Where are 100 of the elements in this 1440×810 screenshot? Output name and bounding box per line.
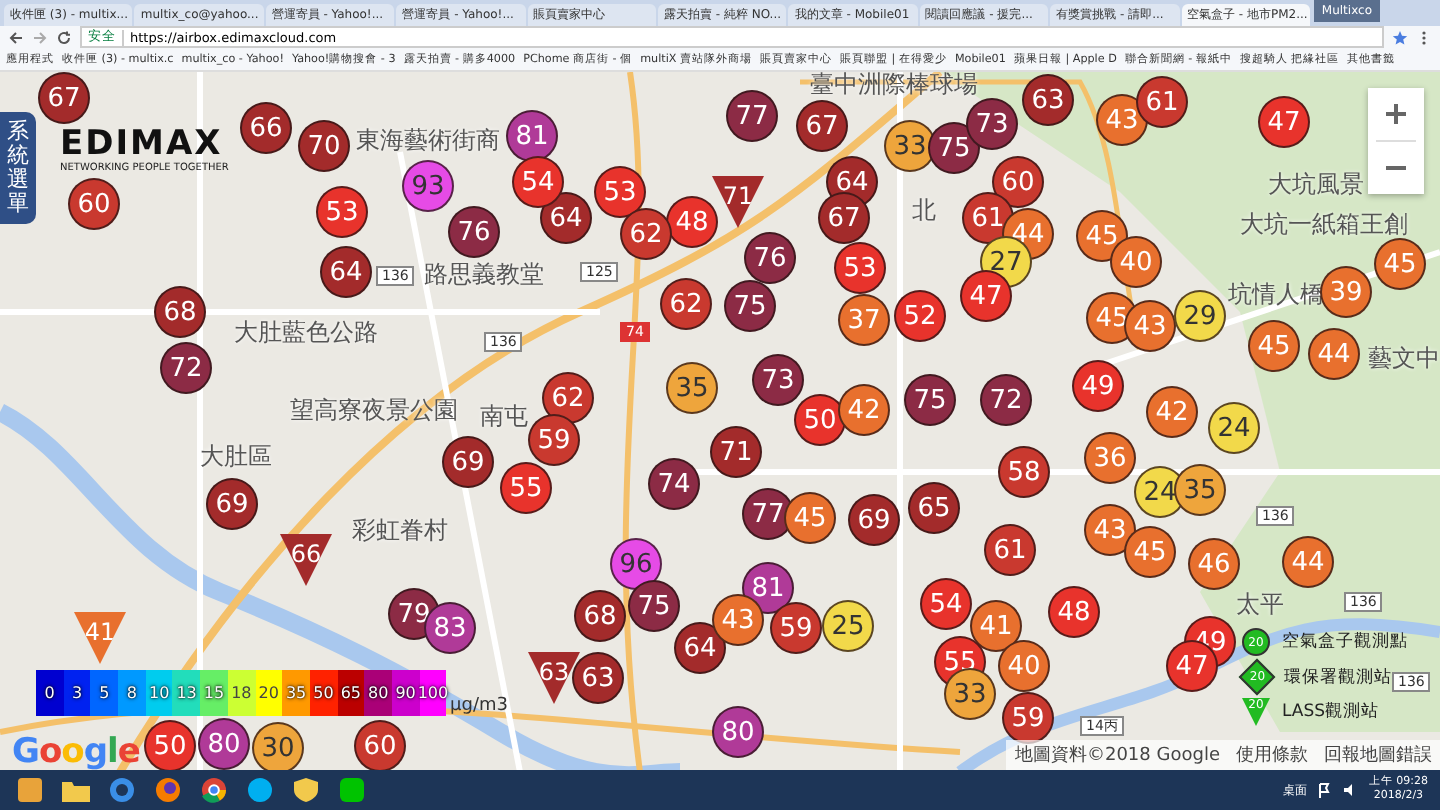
legend-label: LASS觀測站 — [1282, 700, 1380, 724]
circle-marker[interactable]: 48 — [1048, 586, 1100, 638]
scale-swatch: 13 — [172, 670, 201, 716]
scale-swatch: 3 — [63, 670, 91, 716]
circle-marker[interactable]: 75 — [724, 280, 776, 332]
circle-marker[interactable]: 75 — [628, 580, 680, 632]
scale-swatch: 90 — [391, 670, 420, 716]
start-icon[interactable] — [12, 774, 48, 806]
circle-marker[interactable]: 35 — [666, 362, 718, 414]
map-place-label: 東海藝術街商 — [356, 128, 500, 152]
scale-swatch: 80 — [364, 670, 392, 716]
circle-marker[interactable]: 80 — [198, 718, 250, 770]
circle-marker[interactable]: 62 — [620, 208, 672, 260]
zoom-in-button[interactable] — [1368, 88, 1424, 140]
circle-marker[interactable]: 68 — [154, 286, 206, 338]
circle-marker[interactable]: 55 — [500, 462, 552, 514]
circle-marker[interactable]: 58 — [998, 446, 1050, 498]
map-place-label: 太平 — [1236, 592, 1284, 616]
circle-marker[interactable]: 62 — [542, 372, 594, 424]
circle-marker[interactable]: 33 — [944, 668, 996, 720]
scale-swatch: 20 — [255, 670, 283, 716]
circle-marker[interactable]: 25 — [822, 600, 874, 652]
circle-marker[interactable]: 59 — [1002, 692, 1054, 744]
scale-swatch: 65 — [337, 670, 365, 716]
circle-marker[interactable]: 81 — [506, 110, 558, 162]
circle-marker[interactable]: 60 — [68, 178, 120, 230]
circle-marker[interactable]: 77 — [742, 488, 794, 540]
circle-marker[interactable]: 59 — [770, 602, 822, 654]
chat-icon[interactable] — [334, 774, 370, 806]
circle-marker[interactable]: 76 — [744, 232, 796, 284]
circle-marker[interactable]: 70 — [298, 120, 350, 172]
scale-swatch: 18 — [227, 670, 255, 716]
circle-marker[interactable]: 29 — [1174, 290, 1226, 342]
legend-label: 空氣盒子觀測點 — [1282, 630, 1408, 654]
circle-marker[interactable]: 66 — [240, 102, 292, 154]
circle-marker[interactable]: 24 — [1208, 402, 1260, 454]
circle-marker[interactable]: 68 — [574, 590, 626, 642]
circle-marker[interactable]: 75 — [904, 374, 956, 426]
map-link[interactable]: 回報地圖錯誤 — [1324, 742, 1432, 768]
circle-marker[interactable]: 67 — [818, 192, 870, 244]
star-icon[interactable] — [1392, 29, 1408, 45]
circle-marker[interactable]: 71 — [710, 426, 762, 478]
circle-marker[interactable]: 53 — [316, 186, 368, 238]
circle-marker[interactable]: 60 — [992, 156, 1044, 208]
circle-marker[interactable]: 77 — [726, 90, 778, 142]
legend-label: 環保署觀測站 — [1284, 665, 1392, 689]
circle-marker[interactable]: 69 — [848, 494, 900, 546]
circle-marker[interactable]: 67 — [38, 72, 90, 124]
circle-marker[interactable]: 50 — [144, 720, 196, 770]
circle-marker[interactable]: 80 — [712, 706, 764, 758]
zoom-out-button[interactable] — [1368, 142, 1424, 194]
circle-marker[interactable]: 54 — [920, 578, 972, 630]
circle-marker[interactable]: 30 — [252, 722, 304, 770]
circle-marker[interactable]: 73 — [752, 354, 804, 406]
circle-marker[interactable]: 54 — [512, 156, 564, 208]
circle-marker[interactable]: 33 — [884, 120, 936, 172]
circle-marker[interactable]: 53 — [594, 166, 646, 218]
circle-marker[interactable]: 69 — [206, 478, 258, 530]
circle-marker[interactable]: 53 — [834, 242, 886, 294]
circle-marker[interactable]: 72 — [980, 374, 1032, 426]
circle-marker[interactable]: 61 — [984, 524, 1036, 576]
map-place-label: 彩虹眷村 — [352, 518, 448, 542]
circle-marker[interactable]: 93 — [402, 160, 454, 212]
scale-swatch: 5 — [90, 670, 119, 716]
circle-marker[interactable]: 52 — [894, 290, 946, 342]
shield-icon[interactable] — [288, 774, 324, 806]
circle-marker[interactable]: 96 — [610, 538, 662, 590]
circle-marker[interactable]: 59 — [528, 414, 580, 466]
plus-icon — [1384, 102, 1408, 126]
circle-marker[interactable]: 75 — [928, 122, 980, 174]
circle-marker[interactable]: 35 — [1174, 464, 1226, 516]
circle-marker[interactable]: 47 — [960, 270, 1012, 322]
back-icon[interactable] — [8, 29, 24, 45]
side-menu-tab[interactable]: 系統選單 — [0, 112, 36, 225]
chrome-icon[interactable] — [196, 774, 232, 806]
circle-marker[interactable]: 72 — [160, 342, 212, 394]
reload-icon[interactable] — [56, 29, 72, 45]
circle-marker[interactable]: 69 — [442, 436, 494, 488]
map-link[interactable]: 使用條款 — [1236, 742, 1308, 768]
flag-icon[interactable] — [1316, 782, 1333, 798]
circle-marker[interactable]: 62 — [660, 278, 712, 330]
circle-marker[interactable]: 49 — [1072, 360, 1124, 412]
circle-marker[interactable]: 64 — [540, 192, 592, 244]
circle-marker[interactable]: 50 — [794, 394, 846, 446]
circle-marker[interactable]: 63 — [572, 652, 624, 704]
circle-marker[interactable]: 73 — [966, 98, 1018, 150]
map-place-label: 北 — [912, 198, 936, 222]
circle-marker[interactable]: 48 — [666, 196, 718, 248]
circle-marker[interactable]: 74 — [648, 458, 700, 510]
circle-marker[interactable]: 67 — [796, 100, 848, 152]
circle-marker[interactable]: 64 — [320, 246, 372, 298]
circle-marker[interactable]: 64 — [674, 622, 726, 674]
map-attribution: 地圖資料©2018 Google — [1014, 743, 1220, 768]
circle-marker[interactable]: 76 — [448, 206, 500, 258]
circle-marker[interactable]: 65 — [908, 482, 960, 534]
scale-swatch: 15 — [200, 670, 228, 716]
browser-e-icon[interactable] — [104, 774, 140, 806]
map-place-label: 南屯 — [480, 404, 528, 428]
fox-icon[interactable] — [150, 774, 186, 806]
circle-marker[interactable]: 60 — [354, 720, 406, 770]
